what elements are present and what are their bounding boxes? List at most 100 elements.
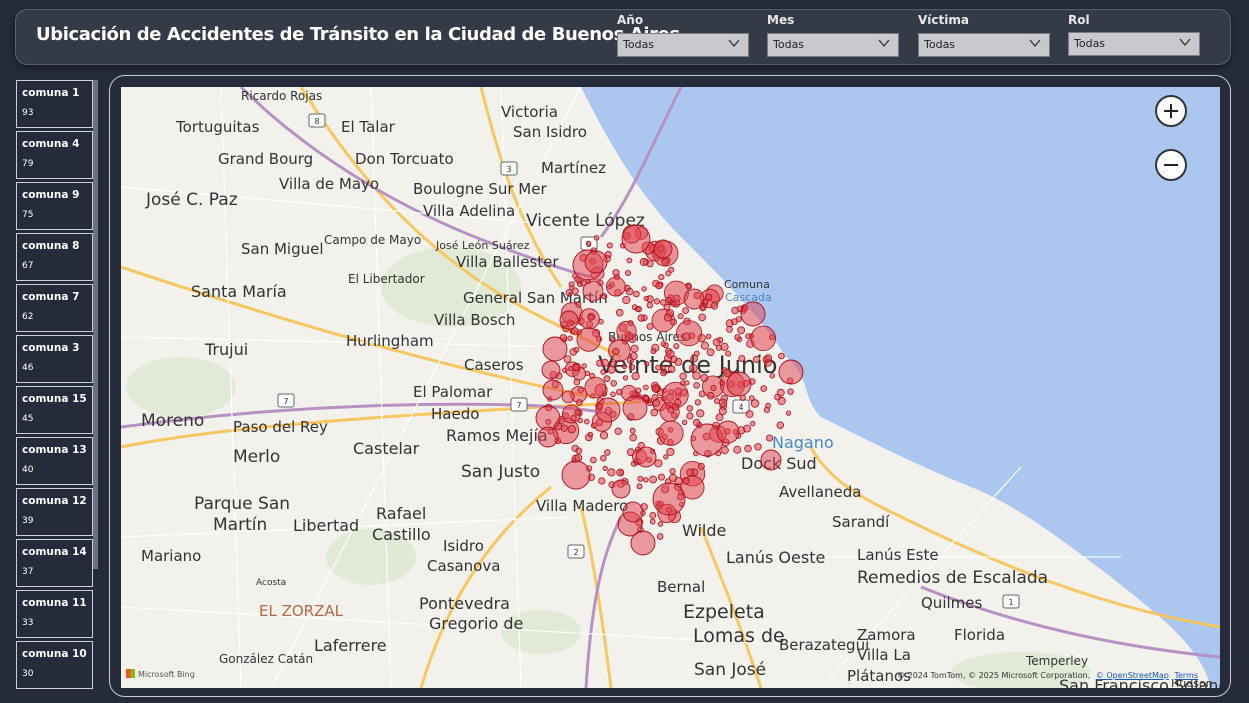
accident-bubble[interactable] [535, 405, 561, 431]
accident-bubble[interactable] [697, 334, 706, 343]
accident-bubble[interactable] [706, 391, 715, 400]
accident-bubble[interactable] [622, 375, 629, 381]
comuna-card[interactable]: comuna 10 30 [16, 641, 93, 689]
accident-bubble[interactable] [671, 403, 680, 411]
accident-bubble[interactable] [723, 368, 732, 377]
accident-bubble[interactable] [750, 399, 760, 408]
accident-bubble[interactable] [600, 455, 607, 462]
accident-bubble[interactable] [644, 361, 650, 367]
accident-bubble[interactable] [604, 449, 611, 456]
accident-bubble[interactable] [572, 363, 580, 372]
accident-bubble[interactable] [585, 240, 592, 247]
accident-bubble[interactable] [573, 346, 580, 353]
accident-bubble[interactable] [682, 477, 690, 485]
osm-link[interactable]: © OpenStreetMap [1096, 671, 1169, 680]
scrollbar[interactable] [93, 80, 98, 569]
accident-bubble[interactable] [776, 388, 785, 397]
accident-bubble[interactable] [681, 419, 688, 425]
accident-bubble[interactable] [787, 388, 794, 395]
accident-bubble[interactable] [663, 313, 672, 322]
accident-bubble[interactable] [750, 420, 756, 427]
accident-bubble[interactable] [626, 257, 633, 264]
accident-bubble[interactable] [636, 483, 643, 490]
accident-bubble[interactable] [593, 235, 600, 241]
accident-bubble[interactable] [731, 318, 738, 326]
comuna-card[interactable]: comuna 8 67 [16, 233, 93, 281]
accident-bubble[interactable] [710, 302, 718, 310]
accident-bubble[interactable] [748, 333, 754, 339]
comuna-card[interactable]: comuna 7 62 [16, 284, 93, 332]
accident-bubble[interactable] [629, 433, 638, 442]
accident-bubble[interactable] [641, 286, 647, 292]
accident-bubble[interactable] [693, 350, 700, 357]
accident-bubble[interactable] [577, 417, 583, 424]
accident-bubble[interactable] [718, 398, 728, 407]
accident-bubble[interactable] [652, 482, 686, 516]
accident-bubble[interactable] [643, 477, 649, 483]
accident-bubble[interactable] [710, 384, 717, 391]
accident-bubble[interactable] [605, 276, 626, 297]
filter-month[interactable]: Mes Todas [767, 12, 899, 57]
accident-bubble[interactable] [674, 477, 683, 486]
accident-bubble[interactable] [670, 301, 677, 308]
accident-bubble[interactable] [568, 365, 574, 372]
accident-bubble[interactable] [653, 298, 661, 305]
accident-bubble[interactable] [542, 336, 568, 362]
accident-bubble[interactable] [745, 410, 754, 418]
accident-bubble[interactable] [651, 393, 659, 401]
accident-bubble[interactable] [765, 402, 771, 409]
filter-role[interactable]: Rol Todas [1068, 12, 1200, 56]
comuna-card[interactable]: comuna 15 45 [16, 386, 93, 434]
filter-role-dropdown[interactable]: Todas [1068, 32, 1200, 56]
accident-bubble[interactable] [646, 295, 654, 303]
accident-bubble[interactable] [630, 530, 656, 556]
accident-bubble[interactable] [655, 364, 662, 371]
accident-bubble[interactable] [598, 477, 606, 485]
accident-bubble[interactable] [573, 378, 581, 386]
accident-bubble[interactable] [621, 224, 651, 254]
accident-bubble[interactable] [718, 406, 727, 415]
accident-bubble[interactable] [595, 397, 621, 423]
accident-bubble[interactable] [715, 413, 724, 422]
accident-bubble[interactable] [657, 473, 665, 481]
zoom-in-button[interactable] [1155, 95, 1187, 127]
accident-bubble[interactable] [600, 369, 607, 375]
accident-bubble[interactable] [683, 288, 705, 310]
accident-bubble[interactable] [698, 390, 706, 398]
comuna-card[interactable]: comuna 3 46 [16, 335, 93, 383]
accident-bubble[interactable] [665, 296, 672, 304]
accident-bubble[interactable] [614, 427, 622, 435]
filter-year[interactable]: Año Todas [617, 12, 749, 57]
accident-bubble[interactable] [575, 447, 583, 455]
accident-bubble[interactable] [661, 257, 670, 266]
accident-bubble[interactable] [629, 427, 636, 434]
comuna-list[interactable]: comuna 1 93 comuna 4 79 comuna 9 75 comuna 8 67… [16, 80, 98, 703]
accident-bubble[interactable] [760, 385, 767, 392]
accident-bubble[interactable] [649, 475, 657, 484]
accident-bubble[interactable] [660, 341, 667, 347]
accident-bubble[interactable] [752, 355, 761, 363]
accident-bubble[interactable] [561, 390, 575, 404]
accident-bubble[interactable] [743, 424, 752, 433]
accident-bubble[interactable] [686, 468, 695, 477]
accident-bubble[interactable] [778, 352, 785, 360]
accident-bubble[interactable] [760, 449, 782, 471]
accident-bubble[interactable] [610, 380, 617, 387]
accident-bubble[interactable] [565, 288, 573, 297]
accident-bubble[interactable] [655, 281, 663, 290]
accident-bubble[interactable] [584, 376, 607, 399]
accident-bubble[interactable] [693, 418, 701, 427]
accident-bubble[interactable] [686, 405, 693, 412]
accident-bubble[interactable] [625, 287, 634, 296]
accident-bubble[interactable] [666, 447, 675, 456]
accident-bubble[interactable] [693, 381, 700, 389]
accident-bubble[interactable] [574, 409, 581, 416]
accident-bubble[interactable] [700, 373, 709, 382]
accident-bubble[interactable] [628, 364, 636, 371]
accident-bubble[interactable] [658, 420, 684, 446]
accident-bubble[interactable] [734, 334, 741, 341]
accident-bubble[interactable] [646, 301, 654, 309]
accident-bubble[interactable] [766, 434, 774, 442]
accident-bubble[interactable] [649, 511, 657, 519]
accident-bubble[interactable] [650, 408, 658, 417]
